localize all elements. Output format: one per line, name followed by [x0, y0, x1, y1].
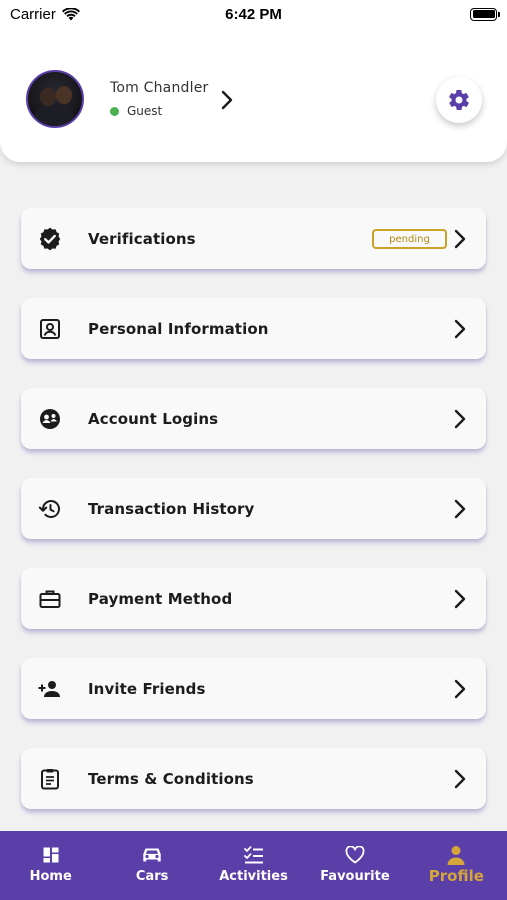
- menu-label: Account Logins: [88, 409, 219, 428]
- gear-icon: [449, 89, 469, 111]
- nav-label: Activities: [219, 869, 288, 884]
- menu-label: Invite Friends: [88, 679, 206, 698]
- profile-screen: Carrier 6:42 PM Tom Chandler Guest Verif…: [0, 0, 507, 900]
- verified-badge-icon: [37, 226, 63, 252]
- chevron-right-icon[interactable]: [220, 90, 234, 110]
- menu-item-invite-friends[interactable]: Invite Friends: [21, 658, 486, 719]
- menu-label: Verifications: [88, 229, 196, 248]
- tab-profile[interactable]: Profile: [406, 831, 507, 900]
- menu-item-personal-information[interactable]: Personal Information: [21, 298, 486, 359]
- menu-item-terms-conditions[interactable]: Terms & Conditions: [21, 748, 486, 809]
- menu-item-verifications[interactable]: Verifications pending: [21, 208, 486, 269]
- nav-label: Home: [29, 869, 72, 884]
- menu-label: Terms & Conditions: [88, 769, 254, 788]
- chevron-right-icon: [454, 589, 466, 609]
- wifi-icon: [61, 7, 80, 20]
- user-name: Tom Chandler: [110, 80, 209, 96]
- nav-label: Profile: [428, 867, 484, 885]
- carrier-label: Carrier: [10, 5, 56, 23]
- menu-item-transaction-history[interactable]: Transaction History: [21, 478, 486, 539]
- menu-label: Transaction History: [88, 499, 255, 518]
- avatar[interactable]: [26, 70, 84, 128]
- settings-button[interactable]: [436, 77, 482, 123]
- chevron-right-icon: [454, 319, 466, 339]
- user-role: Guest: [110, 104, 162, 118]
- history-icon: [37, 496, 63, 522]
- battery-icon: [470, 7, 500, 21]
- chevron-right-icon: [454, 229, 466, 249]
- add-person-icon: [37, 676, 63, 702]
- nav-label: Cars: [135, 869, 169, 884]
- car-icon: [141, 844, 163, 866]
- bottom-nav: Home Cars Activities Favourite Profile: [0, 831, 507, 900]
- status-bar: Carrier 6:42 PM: [0, 0, 507, 28]
- online-status-dot: [110, 106, 119, 116]
- briefcase-icon: [37, 586, 63, 612]
- chevron-right-icon: [454, 679, 466, 699]
- tab-activities[interactable]: Activities: [203, 831, 304, 900]
- status-left: Carrier: [10, 6, 80, 23]
- menu-item-payment-method[interactable]: Payment Method: [21, 568, 486, 629]
- role-label: Guest: [127, 104, 163, 118]
- document-list-icon: [37, 766, 63, 792]
- chevron-right-icon: [454, 409, 466, 429]
- tab-cars[interactable]: Cars: [101, 831, 202, 900]
- id-card-icon: [37, 316, 63, 342]
- nav-label: Favourite: [320, 869, 390, 884]
- person-icon: [446, 844, 466, 866]
- tab-home[interactable]: Home: [0, 831, 101, 900]
- menu-item-account-logins[interactable]: Account Logins: [21, 388, 486, 449]
- menu-label: Payment Method: [88, 589, 233, 608]
- chevron-right-icon: [454, 499, 466, 519]
- status-badge: pending: [372, 229, 447, 249]
- tab-favourite[interactable]: Favourite: [304, 831, 405, 900]
- menu-list: Verifications pending Personal Informati…: [21, 208, 486, 838]
- logins-icon: [37, 406, 63, 432]
- checklist-icon: [243, 844, 264, 866]
- chevron-right-icon: [454, 769, 466, 789]
- menu-label: Personal Information: [88, 319, 269, 338]
- dashboard-icon: [43, 844, 59, 866]
- heart-icon: [345, 844, 365, 866]
